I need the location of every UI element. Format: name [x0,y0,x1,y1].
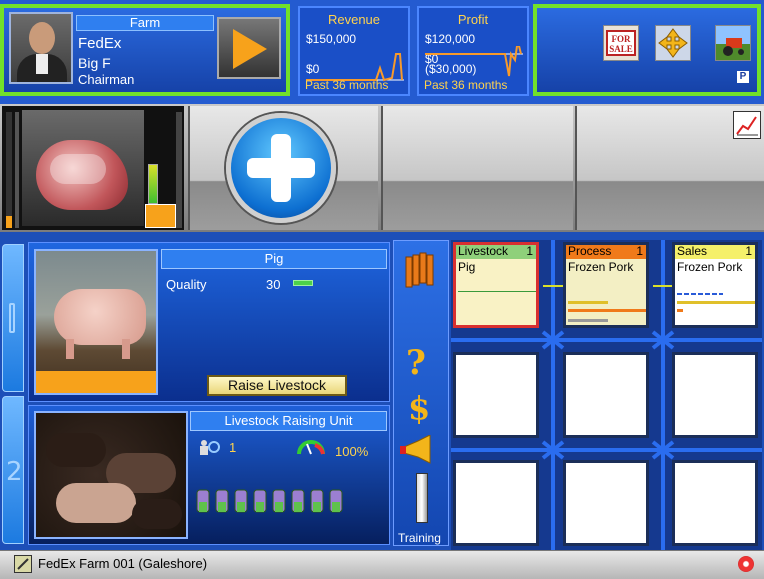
livestock-unit[interactable]: Livestock 1 Pig [453,242,539,328]
livestock-unit-product: Pig [458,260,476,274]
empty-unit-slot[interactable] [672,352,758,438]
unit-slot-2[interactable] [381,106,573,230]
stock-gauge [148,164,158,204]
company-type-label: Farm [76,15,214,31]
advertise-icon[interactable] [400,434,440,465]
raising-unit-title: Livestock Raising Unit [190,411,387,431]
p-badge[interactable]: P [737,71,749,83]
quality-label: Quality [166,277,207,292]
farm-tractor-icon[interactable] [715,25,751,61]
add-unit-button[interactable] [226,113,336,223]
unit-layout-grid: Livestock 1 Pig Process 1 Frozen Pork Sale… [451,240,762,550]
status-bar: FedEx Farm 001 (Galeshore) [0,550,764,579]
tab-2[interactable]: 2 [2,396,24,544]
edit-icon[interactable] [14,555,32,573]
tab-1[interactable] [2,244,24,392]
play-icon[interactable] [217,17,281,79]
svg-text:SALE: SALE [609,44,633,54]
training-slider[interactable] [416,473,428,523]
profit-panel[interactable]: Profit $120,000 $0 ($30,000) Past 36 mon… [417,6,529,96]
livestock-unit-title: Livestock 1 [456,245,536,259]
toolbox-panel: FOR SALE P [533,4,761,96]
pig-image[interactable] [34,249,158,395]
revenue-period: Past 36 months [305,78,389,92]
action-column: ? $ Training [393,240,449,546]
pork-image [22,110,144,226]
empty-unit-slot[interactable] [563,460,649,546]
svg-text:FOR: FOR [612,34,631,44]
company-name: FedEx [78,35,122,52]
profit-sparkline [425,46,523,77]
profit-title: Profit [457,12,489,27]
revenue-sparkline [306,53,404,82]
product-name: Pig [161,249,387,269]
empty-unit-slot[interactable] [563,352,649,438]
pigs-image[interactable] [34,411,188,539]
workers-icon [197,438,221,456]
empty-unit-slot[interactable] [453,352,539,438]
efficiency-gauge-icon [297,440,325,456]
product-inventory-panel [2,106,184,230]
move-arrows-icon[interactable] [655,25,691,61]
quality-bar [293,280,313,286]
status-text: FedEx Farm 001 (Galeshore) [38,556,208,571]
process-unit-product: Frozen Pork [568,260,634,274]
player-name: Big F [78,55,111,71]
revenue-title: Revenue [327,12,381,27]
process-unit-title: Process 1 [566,245,646,259]
efficiency-value: 100% [335,444,369,459]
stock-level-bar [145,204,176,228]
chart-icon[interactable] [733,111,761,139]
workers-count: 1 [229,440,237,455]
for-sale-icon[interactable]: FOR SALE [603,25,639,61]
manual-icon[interactable] [404,251,438,289]
sales-unit-title: Sales 1 [675,245,755,259]
revenue-panel[interactable]: Revenue $150,000 $0 Past 36 months [298,6,410,96]
profit-period: Past 36 months [424,78,508,92]
close-firm-icon[interactable] [738,556,754,572]
sales-unit[interactable]: Sales 1 Frozen Pork [672,242,758,328]
empty-unit-slot[interactable] [672,460,758,546]
empty-unit-slot[interactable] [453,460,539,546]
sales-unit-product: Frozen Pork [677,260,743,274]
profit-top-value: $120,000 [425,32,476,46]
training-label: Training [398,531,441,545]
finance-icon[interactable]: $ [408,389,430,427]
player-title: Chairman [78,72,135,87]
workers-row [195,486,355,516]
quality-value: 30 [266,277,281,292]
help-icon[interactable]: ? [406,343,426,383]
revenue-top-value: $150,000 [306,32,357,46]
avatar[interactable] [9,12,73,84]
raise-livestock-button[interactable]: Raise Livestock [207,375,347,396]
raising-unit-card: Livestock Raising Unit 1 100% [28,405,390,545]
process-unit[interactable]: Process 1 Frozen Pork [563,242,649,328]
